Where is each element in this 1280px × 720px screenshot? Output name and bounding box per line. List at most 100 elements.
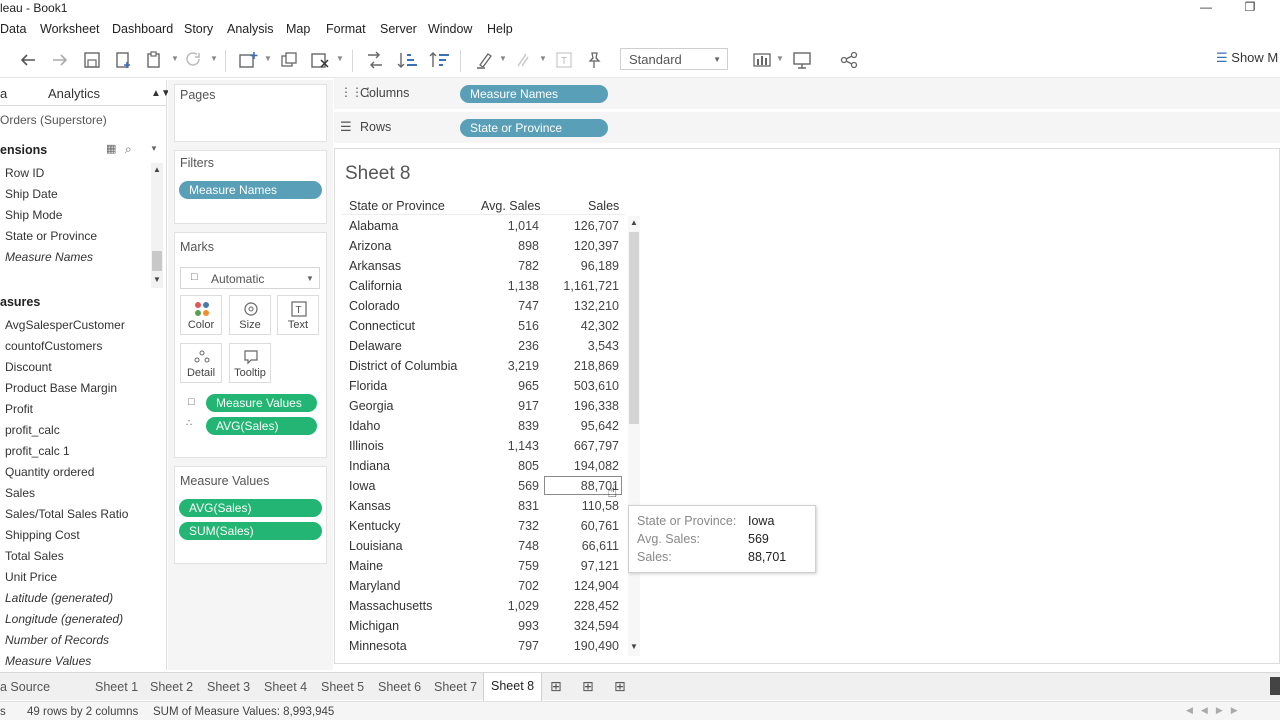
marks-color-button[interactable]: Color: [180, 295, 222, 335]
chevron-down-icon[interactable]: ▼: [499, 54, 507, 63]
field-ship-mode[interactable]: Ship Mode: [5, 208, 62, 222]
highlight-icon[interactable]: [474, 50, 496, 70]
columns-shelf[interactable]: ⋮⋮⋮ Columns Measure Names: [334, 78, 1280, 110]
pin-icon[interactable]: [583, 50, 605, 70]
row-avg-sales[interactable]: 797: [459, 639, 539, 653]
menu-window[interactable]: Window: [428, 22, 472, 36]
row-sales[interactable]: 110,58: [529, 499, 619, 513]
row-avg-sales[interactable]: 1,029: [459, 599, 539, 613]
measure-values-pill-sum-sales[interactable]: SUM(Sales): [179, 522, 322, 540]
row-state-name[interactable]: Indiana: [349, 459, 390, 473]
chevron-down-icon[interactable]: ▼: [210, 54, 218, 63]
row-sales[interactable]: 95,642: [529, 419, 619, 433]
row-state-name[interactable]: Arkansas: [349, 259, 401, 273]
show-me-button[interactable]: ☰ Show M: [1216, 50, 1278, 66]
refresh-icon[interactable]: [183, 50, 205, 70]
row-sales[interactable]: 132,210: [529, 299, 619, 313]
sheet-nav-icon[interactable]: ◀◀▶▶: [1186, 705, 1246, 716]
tab-sheet-6[interactable]: Sheet 6: [378, 680, 421, 694]
tab-sheet-8[interactable]: Sheet 8: [483, 673, 543, 701]
row-avg-sales[interactable]: 516: [459, 319, 539, 333]
row-avg-sales[interactable]: 805: [459, 459, 539, 473]
field-latitude-generated[interactable]: Latitude (generated): [5, 591, 113, 605]
mark-type-dropdown[interactable]: □ Automatic ▼: [180, 267, 320, 289]
fit-dropdown[interactable]: Standard ▼: [620, 48, 728, 70]
marks-text-button[interactable]: T Text: [277, 295, 319, 335]
tab-sheet-5[interactable]: Sheet 5: [321, 680, 364, 694]
field-sales-total-sales-ratio[interactable]: Sales/Total Sales Ratio: [5, 507, 128, 521]
marks-pill-measure-values[interactable]: Measure Values: [206, 394, 317, 412]
scroll-up-icon[interactable]: ▲: [630, 218, 638, 227]
menu-help[interactable]: Help: [487, 22, 513, 36]
row-avg-sales[interactable]: 732: [459, 519, 539, 533]
row-state-name[interactable]: Alabama: [349, 219, 398, 233]
row-state-name[interactable]: District of Columbia: [349, 359, 457, 373]
row-state-name[interactable]: Delaware: [349, 339, 402, 353]
row-state-name[interactable]: Connecticut: [349, 319, 415, 333]
swap-rows-columns-icon[interactable]: [364, 50, 386, 70]
row-avg-sales[interactable]: 965: [459, 379, 539, 393]
scrollbar-thumb[interactable]: [152, 251, 162, 271]
row-state-name[interactable]: Massachusetts: [349, 599, 432, 613]
row-sales[interactable]: 3,543: [529, 339, 619, 353]
row-avg-sales[interactable]: 569: [459, 479, 539, 493]
sheet-title[interactable]: Sheet 8: [345, 163, 411, 185]
row-sales[interactable]: 1,161,721: [529, 279, 619, 293]
row-avg-sales[interactable]: 917: [459, 399, 539, 413]
minimize-icon[interactable]: —: [1196, 0, 1216, 16]
chevron-down-icon[interactable]: ▼: [539, 54, 547, 63]
tab-scroll-handle[interactable]: [1270, 677, 1280, 695]
row-sales[interactable]: 503,610: [529, 379, 619, 393]
new-worksheet-icon[interactable]: [237, 50, 259, 70]
field-measure-names[interactable]: Measure Names: [5, 250, 93, 264]
new-dashboard-icon[interactable]: ⊞: [582, 678, 594, 695]
menu-format[interactable]: Format: [326, 22, 366, 36]
row-state-name[interactable]: Maryland: [349, 579, 400, 593]
row-avg-sales[interactable]: 782: [459, 259, 539, 273]
scroll-down-icon[interactable]: ▼: [630, 642, 638, 651]
header-state-or-province[interactable]: State or Province: [349, 199, 445, 213]
row-avg-sales[interactable]: 702: [459, 579, 539, 593]
duplicate-icon[interactable]: [278, 50, 300, 70]
menu-server[interactable]: Server: [380, 22, 417, 36]
new-datasource-icon[interactable]: [112, 50, 134, 70]
row-sales[interactable]: 126,707: [529, 219, 619, 233]
menu-data[interactable]: Data: [0, 22, 26, 36]
row-avg-sales[interactable]: 898: [459, 239, 539, 253]
row-sales[interactable]: 124,904: [529, 579, 619, 593]
field-avgsalespercustomer[interactable]: AvgSalesperCustomer: [5, 318, 125, 332]
row-avg-sales[interactable]: 748: [459, 539, 539, 553]
row-sales[interactable]: 324,594: [529, 619, 619, 633]
menu-story[interactable]: Story: [184, 22, 213, 36]
field-state-or-province[interactable]: State or Province: [5, 229, 97, 243]
tab-sheet-2[interactable]: Sheet 2: [150, 680, 193, 694]
row-avg-sales[interactable]: 993: [459, 619, 539, 633]
row-avg-sales[interactable]: 759: [459, 559, 539, 573]
presentation-icon[interactable]: [791, 50, 813, 70]
search-icon[interactable]: ⌕: [125, 142, 132, 157]
sort-descending-icon[interactable]: [428, 50, 450, 70]
field-profit-calc-1[interactable]: profit_calc 1: [5, 444, 70, 458]
row-state-name[interactable]: Florida: [349, 379, 387, 393]
labels-icon[interactable]: T: [553, 50, 575, 70]
row-sales[interactable]: 120,397: [529, 239, 619, 253]
datasource-name[interactable]: Orders (Superstore): [0, 113, 107, 127]
row-state-name[interactable]: Minnesota: [349, 639, 407, 653]
restore-icon[interactable]: ❐: [1240, 0, 1260, 16]
tab-data[interactable]: a: [0, 86, 7, 101]
sort-ascending-icon[interactable]: [396, 50, 418, 70]
marks-tooltip-button[interactable]: Tooltip: [229, 343, 271, 383]
tab-sheet-1[interactable]: Sheet 1: [95, 680, 138, 694]
measure-values-pill-avg-sales[interactable]: AVG(Sales): [179, 499, 322, 517]
row-avg-sales[interactable]: 1,014: [459, 219, 539, 233]
row-state-name[interactable]: Maine: [349, 559, 383, 573]
chevron-down-icon[interactable]: ▼: [336, 54, 344, 63]
field-profit-calc[interactable]: profit_calc: [5, 423, 60, 437]
tab-analytics[interactable]: Analytics: [48, 86, 100, 101]
chevron-down-icon[interactable]: ▼: [776, 54, 784, 63]
field-row-id[interactable]: Row ID: [5, 166, 44, 180]
row-avg-sales[interactable]: 839: [459, 419, 539, 433]
row-sales[interactable]: 66,611: [529, 539, 619, 553]
field-countofcustomers[interactable]: countofCustomers: [5, 339, 102, 353]
chevron-down-icon[interactable]: ▼: [171, 54, 179, 63]
